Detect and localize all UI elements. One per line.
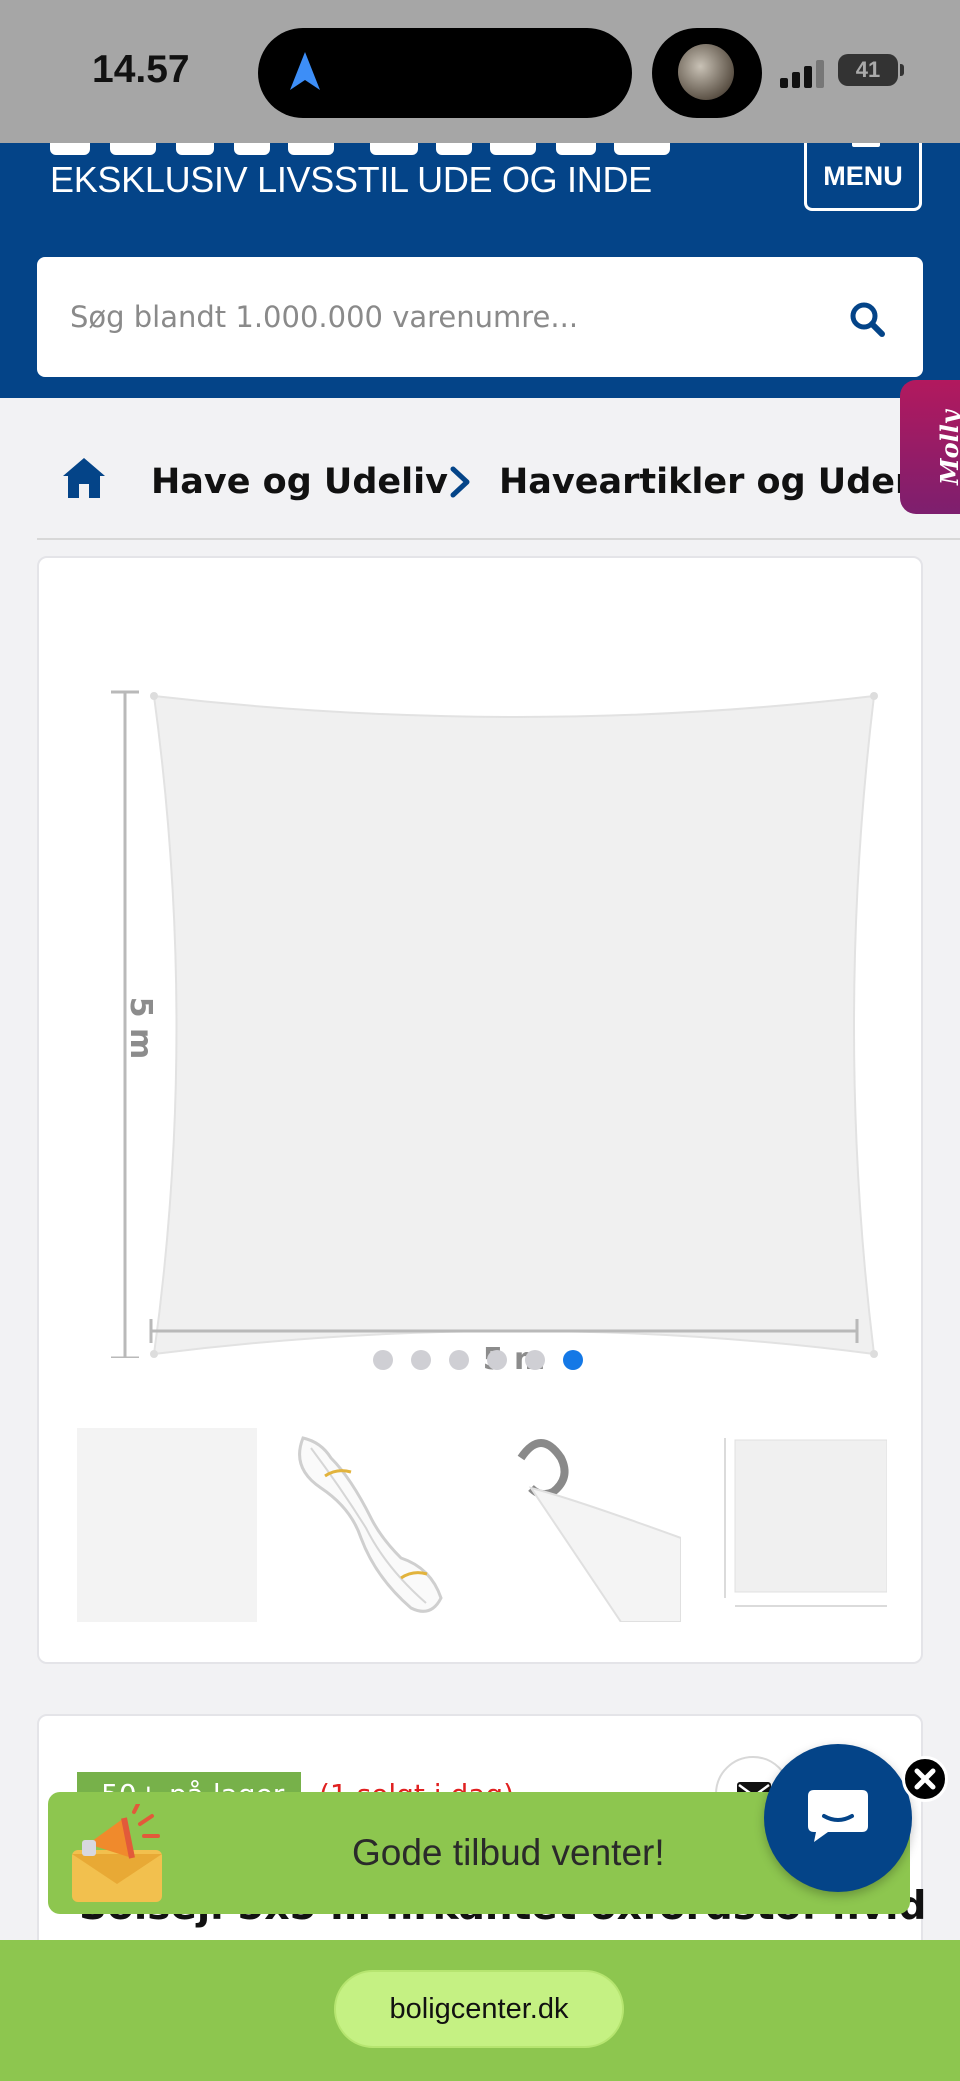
product-gallery: 5 m 5 m <box>37 556 923 1664</box>
status-time: 14.57 <box>92 48 190 91</box>
molly-chat-tab[interactable]: Molly <box>900 380 960 514</box>
menu-label: MENU <box>823 161 903 191</box>
live-activity-pill[interactable] <box>652 28 762 118</box>
status-bar: 14.57 41 <box>0 0 960 143</box>
carousel-dot[interactable] <box>411 1350 431 1370</box>
thumbnail-d-ring-corner[interactable] <box>501 1428 681 1622</box>
menu-button[interactable]: MENU <box>804 141 922 211</box>
url-bar[interactable]: boligcenter.dk <box>334 1970 624 2048</box>
dimension-height-label: 5 m <box>123 997 158 1060</box>
offer-text: Gode tilbud venter! <box>352 1832 665 1873</box>
signal-icon <box>780 60 824 88</box>
thumbnail-rope-coil[interactable] <box>281 1428 461 1622</box>
thumbnail-sail-front[interactable] <box>77 1428 257 1622</box>
site-header: EKSKLUSIV LIVSSTIL UDE OG INDE MENU <box>0 141 960 398</box>
search-input[interactable] <box>70 257 810 377</box>
molly-label: Molly <box>935 410 960 485</box>
carousel-dot[interactable] <box>525 1350 545 1370</box>
megaphone-envelope-icon <box>72 1804 162 1902</box>
carousel-dot[interactable] <box>487 1350 507 1370</box>
close-icon <box>914 1768 936 1790</box>
carousel-dot[interactable] <box>373 1350 393 1370</box>
search-icon[interactable] <box>849 301 885 337</box>
chat-close-button[interactable] <box>902 1756 948 1802</box>
thumbnail-strip <box>77 1428 887 1622</box>
thumbnail-sail-dimensions[interactable] <box>721 1428 887 1622</box>
carousel-dots <box>373 1350 593 1372</box>
media-thumbnail <box>678 44 734 100</box>
search-box <box>37 257 923 377</box>
browser-bottom-bar: boligcenter.dk <box>0 1940 960 2081</box>
chat-bubble-icon <box>808 1790 868 1842</box>
navigation-arrow-icon <box>290 52 320 90</box>
carousel-dot-active[interactable] <box>563 1350 583 1370</box>
breadcrumb: Have og Udeliv Haveartikler og Udemiljø <box>37 440 960 540</box>
site-tagline: EKSKLUSIV LIVSSTIL UDE OG INDE <box>50 159 652 200</box>
chat-button[interactable] <box>764 1744 912 1892</box>
breadcrumb-item-haveartikler[interactable]: Haveartikler og Udemiljø <box>499 462 960 502</box>
chevron-right-icon <box>450 466 470 498</box>
product-main-image[interactable]: 5 m <box>99 618 879 1358</box>
carousel-dot[interactable] <box>449 1350 469 1370</box>
dynamic-island <box>258 28 632 118</box>
battery-icon: 41 <box>838 54 904 86</box>
breadcrumb-item-have-og-udeliv[interactable]: Have og Udeliv <box>151 462 448 502</box>
home-icon[interactable] <box>61 456 107 500</box>
site-logo[interactable] <box>50 143 670 155</box>
